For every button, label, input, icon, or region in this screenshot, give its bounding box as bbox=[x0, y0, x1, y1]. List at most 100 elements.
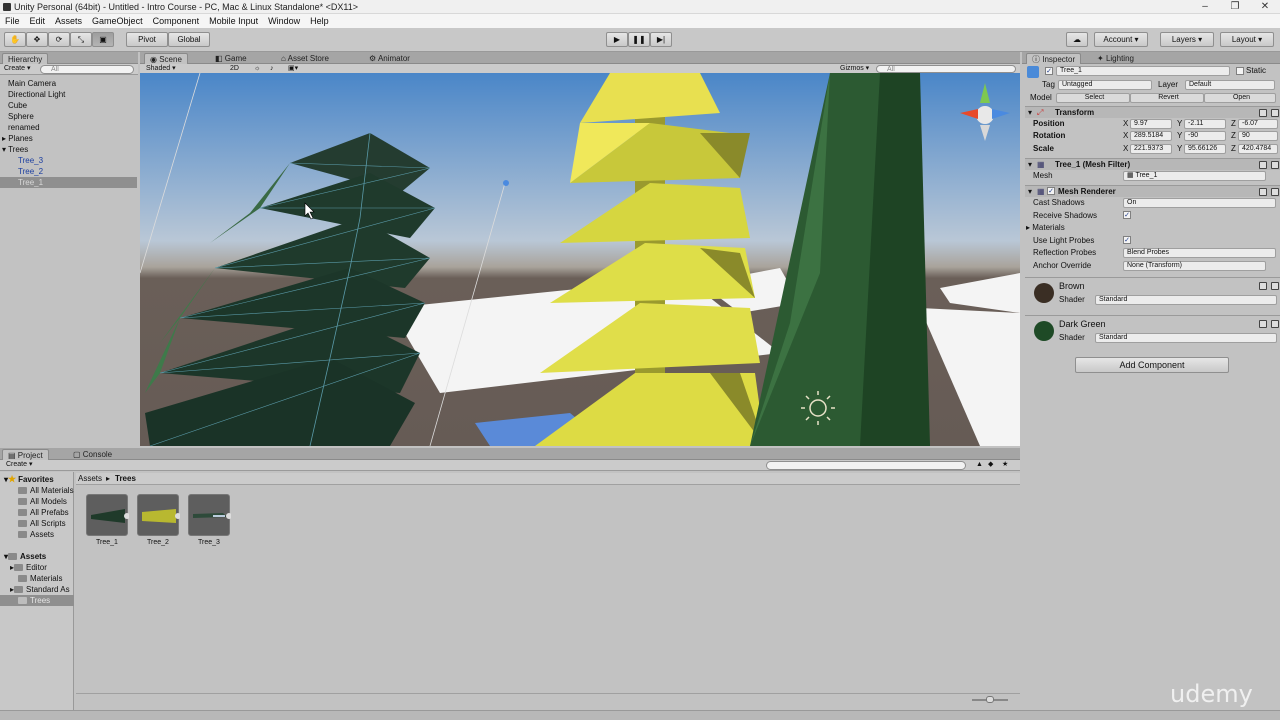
scale-y-field[interactable]: 95.66126 bbox=[1184, 144, 1226, 154]
account-dropdown[interactable]: Account ▾ bbox=[1094, 32, 1148, 47]
layers-dropdown[interactable]: Layers ▾ bbox=[1160, 32, 1214, 47]
settings-gear-icon[interactable] bbox=[1271, 188, 1279, 196]
foldout-arrow-icon[interactable]: ▾ bbox=[1028, 108, 1032, 117]
rect-tool-icon[interactable]: ▣ bbox=[92, 32, 114, 47]
rotation-z-field[interactable]: 90 bbox=[1238, 131, 1278, 141]
light-handle-icon[interactable] bbox=[503, 180, 509, 186]
materials-foldout[interactable]: ▸ Materials bbox=[1026, 222, 1065, 233]
maximize-icon[interactable]: ❐ bbox=[1220, 0, 1250, 14]
settings-gear-icon[interactable] bbox=[1271, 109, 1279, 117]
menu-gameobject[interactable]: GameObject bbox=[87, 14, 148, 28]
filter-type-icon[interactable]: ▲ bbox=[976, 460, 983, 470]
menu-mobile-input[interactable]: Mobile Input bbox=[204, 14, 263, 28]
asset-tree-3[interactable] bbox=[188, 494, 232, 536]
favorite-all-materials[interactable]: All Materials bbox=[18, 486, 74, 495]
mesh-renderer-enabled-checkbox[interactable]: ✓ bbox=[1047, 187, 1055, 195]
tag-dropdown[interactable]: Untagged bbox=[1058, 80, 1152, 90]
menu-file[interactable]: File bbox=[0, 14, 25, 28]
settings-gear-icon[interactable] bbox=[1271, 320, 1279, 328]
tab-project[interactable]: ▤ Project bbox=[2, 449, 49, 460]
model-select-button[interactable]: Select bbox=[1056, 93, 1130, 103]
step-icon[interactable]: ▶| bbox=[650, 32, 672, 47]
scene-search-input[interactable]: All bbox=[876, 65, 1016, 73]
hierarchy-item-trees[interactable]: ▾ Trees bbox=[2, 144, 28, 155]
position-x-field[interactable]: 9.97 bbox=[1130, 119, 1172, 129]
mesh-renderer-header[interactable]: ▾ ▦ ✓ Mesh Renderer bbox=[1025, 185, 1280, 197]
hierarchy-item-tree-2[interactable]: Tree_2 bbox=[18, 166, 43, 177]
scene-view[interactable] bbox=[140, 73, 1020, 446]
favorite-assets[interactable]: Assets bbox=[18, 530, 54, 539]
mesh-object-field[interactable]: ▦ Tree_1 bbox=[1123, 171, 1266, 181]
settings-gear-icon[interactable] bbox=[1271, 161, 1279, 169]
hierarchy-item-tree-1[interactable]: Tree_1 bbox=[0, 177, 137, 188]
scale-x-field[interactable]: 221.9373 bbox=[1130, 144, 1172, 154]
material-dark-green-shader-dropdown[interactable]: Standard bbox=[1095, 333, 1277, 343]
project-search-input[interactable] bbox=[766, 461, 966, 470]
breadcrumb-assets[interactable]: Assets bbox=[78, 474, 102, 483]
menu-window[interactable]: Window bbox=[263, 14, 305, 28]
add-component-button[interactable]: Add Component bbox=[1075, 357, 1229, 373]
folder-standard-assets[interactable]: ▸ Standard As bbox=[10, 585, 70, 594]
model-revert-button[interactable]: Revert bbox=[1130, 93, 1204, 103]
position-z-field[interactable]: -6.07 bbox=[1238, 119, 1278, 129]
assets-header[interactable]: ▾ Assets bbox=[4, 552, 46, 561]
cast-shadows-dropdown[interactable]: On bbox=[1123, 198, 1276, 208]
menu-assets[interactable]: Assets bbox=[50, 14, 87, 28]
position-y-field[interactable]: -2.11 bbox=[1184, 119, 1226, 129]
active-checkbox[interactable]: ✓ bbox=[1045, 67, 1053, 75]
favorite-all-prefabs[interactable]: All Prefabs bbox=[18, 508, 69, 517]
foldout-arrow-icon[interactable]: ▾ bbox=[1028, 160, 1032, 169]
cloud-icon[interactable]: ☁ bbox=[1066, 32, 1088, 47]
asset-tree-1[interactable] bbox=[86, 494, 130, 536]
help-icon[interactable] bbox=[1259, 188, 1267, 196]
light-probes-checkbox[interactable]: ✓ bbox=[1123, 236, 1131, 244]
tab-animator[interactable]: ⚙ Animator bbox=[364, 53, 415, 64]
folder-trees[interactable]: Trees bbox=[0, 595, 74, 606]
help-icon[interactable] bbox=[1259, 320, 1267, 328]
model-open-button[interactable]: Open bbox=[1204, 93, 1276, 103]
mesh-filter-header[interactable]: ▾ ▦ Tree_1 (Mesh Filter) bbox=[1025, 158, 1280, 170]
project-create-button[interactable]: Create ▾ bbox=[6, 460, 32, 470]
hierarchy-search-input[interactable]: All bbox=[40, 65, 134, 74]
help-icon[interactable] bbox=[1259, 161, 1267, 169]
favorite-all-scripts[interactable]: All Scripts bbox=[18, 519, 66, 528]
tab-scene[interactable]: ◉ Scene bbox=[144, 53, 188, 64]
hierarchy-item-renamed[interactable]: renamed bbox=[8, 122, 40, 133]
anchor-override-field[interactable]: None (Transform) bbox=[1123, 261, 1266, 271]
menu-help[interactable]: Help bbox=[305, 14, 334, 28]
favorites-header[interactable]: ▾★ Favorites bbox=[4, 474, 54, 485]
filter-label-icon[interactable]: ◆ bbox=[988, 460, 993, 470]
hierarchy-create-button[interactable]: Create ▾ bbox=[4, 64, 30, 74]
tab-lighting[interactable]: ✦ Lighting bbox=[1092, 53, 1139, 64]
hierarchy-item-cube[interactable]: Cube bbox=[8, 100, 27, 111]
reflection-probes-dropdown[interactable]: Blend Probes bbox=[1123, 248, 1276, 258]
pivot-toggle[interactable]: Pivot bbox=[126, 32, 168, 47]
menu-component[interactable]: Component bbox=[148, 14, 205, 28]
hierarchy-item-directional-light[interactable]: Directional Light bbox=[8, 89, 65, 100]
scale-z-field[interactable]: 420.4784 bbox=[1238, 144, 1278, 154]
hand-tool-icon[interactable]: ✋ bbox=[4, 32, 26, 47]
layer-dropdown[interactable]: Default bbox=[1185, 80, 1275, 90]
tab-console[interactable]: ▢ Console bbox=[68, 449, 117, 460]
foldout-arrow-icon[interactable]: ▾ bbox=[1028, 187, 1032, 196]
help-icon[interactable] bbox=[1259, 109, 1267, 117]
folder-editor[interactable]: ▸ Editor bbox=[10, 563, 47, 572]
scale-tool-icon[interactable]: ⤡ bbox=[70, 32, 92, 47]
hierarchy-item-planes[interactable]: ▸ Planes bbox=[2, 133, 33, 144]
rotation-x-field[interactable]: 289.5184 bbox=[1130, 131, 1172, 141]
folder-materials[interactable]: Materials bbox=[18, 574, 62, 583]
tab-game[interactable]: ◧ Game bbox=[210, 53, 252, 64]
rotation-y-field[interactable]: -90 bbox=[1184, 131, 1226, 141]
layout-dropdown[interactable]: Layout ▾ bbox=[1220, 32, 1274, 47]
play-icon[interactable]: ▶ bbox=[606, 32, 628, 47]
close-icon[interactable]: ✕ bbox=[1250, 0, 1280, 14]
rotate-tool-icon[interactable]: ⟳ bbox=[48, 32, 70, 47]
favorite-star-icon[interactable]: ★ bbox=[1002, 460, 1008, 470]
transform-header[interactable]: ▾ ⤢ Transform bbox=[1025, 106, 1280, 118]
tab-hierarchy[interactable]: Hierarchy bbox=[2, 53, 49, 64]
material-brown-shader-dropdown[interactable]: Standard bbox=[1095, 295, 1277, 305]
move-tool-icon[interactable]: ✥ bbox=[26, 32, 48, 47]
breadcrumb-trees[interactable]: Trees bbox=[115, 474, 136, 483]
asset-tree-2[interactable] bbox=[137, 494, 181, 536]
tab-inspector[interactable]: ⓘ Inspector bbox=[1026, 53, 1082, 64]
